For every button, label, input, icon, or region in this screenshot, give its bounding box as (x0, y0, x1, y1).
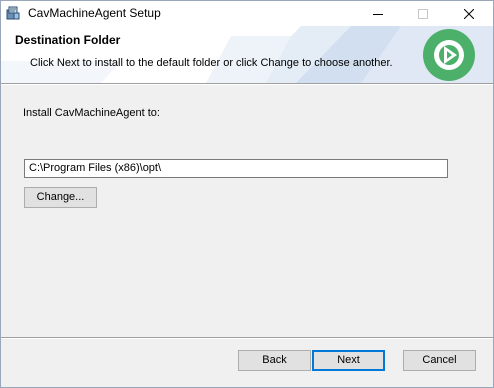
installer-icon (5, 5, 21, 21)
minimize-icon (373, 13, 383, 15)
banner-subtitle: Click Next to install to the default fol… (30, 57, 393, 69)
green-circle-logo-icon (423, 29, 475, 81)
install-location-label: Install CavMachineAgent to: (23, 107, 160, 119)
close-icon (464, 8, 474, 19)
minimize-button[interactable] (355, 1, 401, 26)
banner-title: Destination Folder (15, 33, 121, 47)
install-path-field[interactable] (24, 159, 448, 178)
banner-divider-highlight (1, 84, 493, 85)
title-bar[interactable]: CavMachineAgent Setup (1, 1, 493, 26)
footer-divider-highlight (1, 338, 493, 339)
header-banner: Destination Folder Click Next to install… (1, 26, 493, 83)
window-title: CavMachineAgent Setup (28, 6, 161, 20)
setup-window: CavMachineAgent Setup Destination Folder… (0, 0, 494, 388)
maximize-button[interactable] (400, 1, 446, 26)
cancel-button[interactable]: Cancel (403, 350, 476, 371)
back-button[interactable]: Back (238, 350, 311, 371)
close-button[interactable] (446, 1, 492, 26)
next-button[interactable]: Next (312, 350, 385, 371)
change-button[interactable]: Change... (24, 187, 97, 208)
maximize-icon (418, 8, 428, 19)
